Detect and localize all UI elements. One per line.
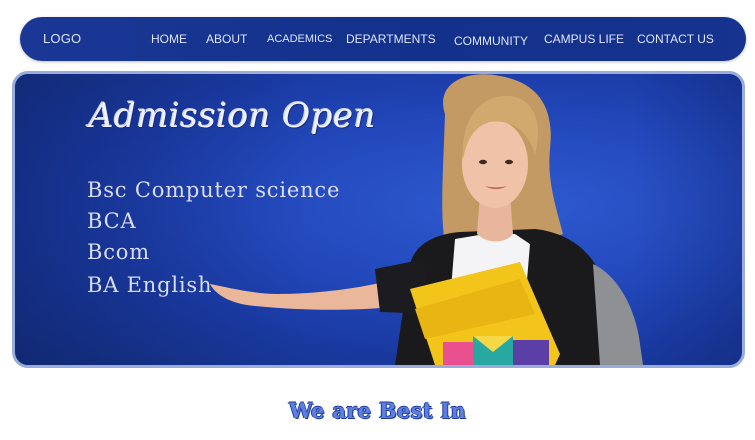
eye-left	[479, 159, 487, 165]
hero-title: Admission Open	[89, 96, 377, 136]
section-heading: We are Best In	[288, 398, 467, 423]
hero-banner: Admission Open Bsc Computer science BCA …	[12, 71, 745, 368]
course-bcom: Bcom	[87, 240, 150, 264]
course-ba-english: BA English	[87, 273, 213, 297]
backpack	[593, 264, 643, 365]
nav-academics-link[interactable]: ACADEMICS	[267, 33, 332, 45]
nav-home-link[interactable]: HOME	[151, 32, 187, 46]
top-navbar: LOGO HOME ABOUT ACADEMICS DEPARTMENTS CO…	[20, 17, 746, 61]
course-bsc-cs: Bsc Computer science	[87, 178, 341, 202]
site-logo[interactable]: LOGO	[43, 31, 81, 46]
nav-about-link[interactable]: ABOUT	[206, 32, 247, 46]
notebook-purple	[513, 340, 549, 365]
notebook-pink	[443, 342, 473, 365]
nav-community-link[interactable]: COMMUNITY	[454, 34, 528, 48]
nav-campus-life-link[interactable]: CAMPUS LIFE	[544, 32, 624, 46]
nav-contact-link[interactable]: CONTACT US	[637, 32, 714, 46]
eye-right	[505, 159, 513, 165]
course-bca: BCA	[87, 209, 137, 233]
page: LOGO HOME ABOUT ACADEMICS DEPARTMENTS CO…	[0, 0, 755, 440]
nav-departments-link[interactable]: DEPARTMENTS	[346, 32, 436, 46]
